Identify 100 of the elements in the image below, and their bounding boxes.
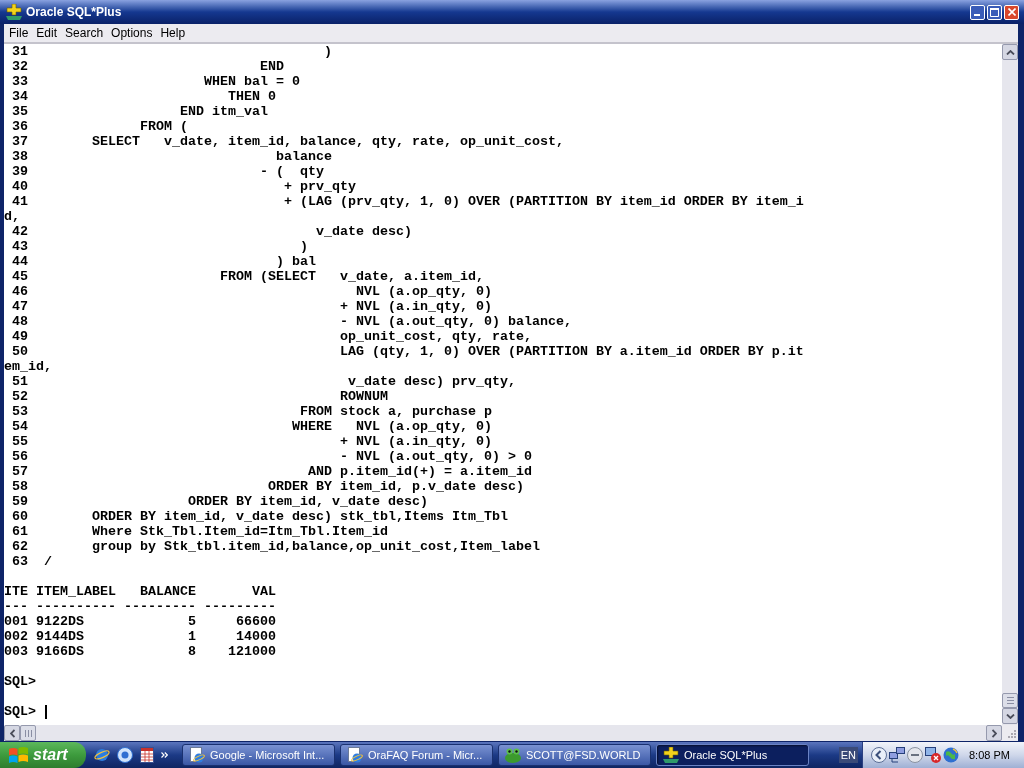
code-line: THEN 0 — [227, 89, 276, 104]
scroll-right-button[interactable] — [986, 725, 1002, 741]
table-cell: 121000 — [228, 644, 276, 659]
minus-circle-icon[interactable] — [907, 747, 923, 763]
column-header: ITE — [4, 584, 28, 599]
line-number: 34 — [12, 89, 28, 104]
line-number: 61 — [12, 524, 28, 539]
menu-item[interactable]: Options — [107, 24, 157, 42]
line-number: 53 — [12, 404, 28, 419]
frog-icon — [505, 747, 521, 763]
network-icon[interactable] — [889, 747, 905, 763]
vertical-scrollbar[interactable] — [1002, 44, 1018, 725]
table-cell: 8 — [188, 644, 196, 659]
code-line: FROM ( — [140, 119, 188, 134]
column-header: BALANCE — [140, 584, 196, 599]
code-line: em_id, — [4, 359, 52, 374]
line-number: 57 — [12, 464, 28, 479]
code-line: Where Stk_Tbl.Item_id=Itm_Tbl.Item_id — [92, 524, 388, 539]
code-line: AND p.item_id(+) = a.item_id — [307, 464, 532, 479]
code-line: LAG (qty, 1, 0) OVER (PARTITION BY a.item_id ORDER BY p.it — [339, 344, 804, 359]
column-header: VAL — [252, 584, 276, 599]
line-number: 63 — [12, 554, 28, 569]
scroll-thumb[interactable] — [1002, 693, 1018, 708]
scroll-up-button[interactable] — [1002, 44, 1018, 60]
code-line: + NVL (a.in_qty, 0) — [339, 299, 492, 314]
line-number: 39 — [12, 164, 28, 179]
minimize-button[interactable] — [970, 4, 985, 20]
line-number: 51 — [12, 374, 28, 389]
line-number: 49 — [12, 329, 28, 344]
menu-item[interactable]: Help — [156, 24, 190, 42]
menu-item[interactable]: Search — [61, 24, 108, 42]
code-line: SELECT v_date, item_id, balance, qty, rate, op_unit_cost, — [92, 134, 564, 149]
table-cell: 66600 — [236, 614, 276, 629]
scroll-thumb[interactable] — [20, 725, 36, 741]
taskbar-button[interactable]: SCOTT@FSD.WORLD — [498, 744, 651, 766]
line-number: 48 — [12, 314, 28, 329]
table-cell: 5 — [188, 614, 196, 629]
code-line: END itm_val — [180, 104, 268, 119]
code-line: - NVL (a.out_qty, 0) > 0 — [339, 449, 532, 464]
code-line: ORDER BY item_id, v_date desc) stk_tbl,Items Itm_Tbl — [92, 509, 508, 524]
header-underline: --------- — [124, 599, 196, 614]
back-arrow-circle-icon[interactable] — [871, 747, 887, 763]
menu-item[interactable]: Edit — [32, 24, 62, 42]
close-icon — [1007, 8, 1016, 16]
line-number: 32 — [12, 59, 28, 74]
double-chevron-icon[interactable] — [161, 752, 168, 758]
plus-icon — [663, 747, 679, 763]
close-button[interactable] — [1004, 4, 1019, 20]
horizontal-scrollbar[interactable] — [4, 725, 1002, 741]
table-cell: 002 — [4, 629, 28, 644]
line-number: 52 — [12, 389, 28, 404]
table-cell: 001 — [4, 614, 28, 629]
network-error-icon[interactable] — [925, 747, 941, 763]
sql-prompt: SQL> — [4, 704, 36, 719]
table-cell: 14000 — [236, 629, 276, 644]
table-cell: 1 — [188, 629, 196, 644]
code-line: v_date desc) — [315, 224, 412, 239]
scroll-left-button[interactable] — [4, 725, 20, 741]
spreadsheet-icon[interactable] — [140, 747, 154, 763]
code-line: FROM (SELECT v_date, a.item_id, — [219, 269, 484, 284]
flag-icon — [9, 746, 28, 764]
line-number: 58 — [12, 479, 28, 494]
maximize-icon — [990, 7, 999, 17]
line-number: 44 — [12, 254, 28, 269]
page-globe-icon — [189, 747, 205, 763]
globe-icon[interactable] — [943, 747, 959, 763]
page-globe-icon — [347, 747, 363, 763]
scroll-down-button[interactable] — [1002, 708, 1018, 724]
code-line: + NVL (a.in_qty, 0) — [339, 434, 492, 449]
taskbar-button[interactable]: OraFAQ Forum - Micr... — [340, 744, 493, 766]
code-line: ORDER BY item_id, p.v_date desc) — [267, 479, 524, 494]
taskbar-button[interactable]: Google - Microsoft Int... — [182, 744, 335, 766]
code-line: balance — [275, 149, 332, 164]
header-underline: --------- — [204, 599, 276, 614]
taskbar-button[interactable]: Oracle SQL*Plus — [656, 744, 809, 766]
code-line: / — [44, 554, 52, 569]
maximize-button[interactable] — [987, 4, 1002, 20]
code-line: ORDER BY item_id, v_date desc) — [187, 494, 428, 509]
code-line: WHEN bal = 0 — [203, 74, 300, 89]
code-line: ) bal — [275, 254, 316, 269]
code-line: - ( qty — [259, 164, 324, 179]
line-number: 50 — [12, 344, 28, 359]
line-number: 62 — [12, 539, 28, 554]
sql-prompt: SQL> — [4, 674, 36, 689]
line-number: 56 — [12, 449, 28, 464]
start-button[interactable]: start — [0, 742, 86, 768]
code-line: END — [259, 59, 284, 74]
language-indicator[interactable]: EN — [838, 747, 858, 763]
table-cell: 9122DS — [36, 614, 84, 629]
line-number: 42 — [12, 224, 28, 239]
menu-item[interactable]: File — [5, 24, 33, 42]
window-title: Oracle SQL*Plus — [26, 4, 122, 20]
resize-grip-icon[interactable] — [1006, 729, 1016, 739]
disc-icon[interactable] — [117, 747, 133, 763]
table-cell: 003 — [4, 644, 28, 659]
code-line: ROWNUM — [339, 389, 388, 404]
grip-icon — [24, 729, 32, 737]
globe-icon[interactable] — [94, 747, 110, 763]
header-underline: --- — [4, 599, 28, 614]
line-number: 33 — [12, 74, 28, 89]
